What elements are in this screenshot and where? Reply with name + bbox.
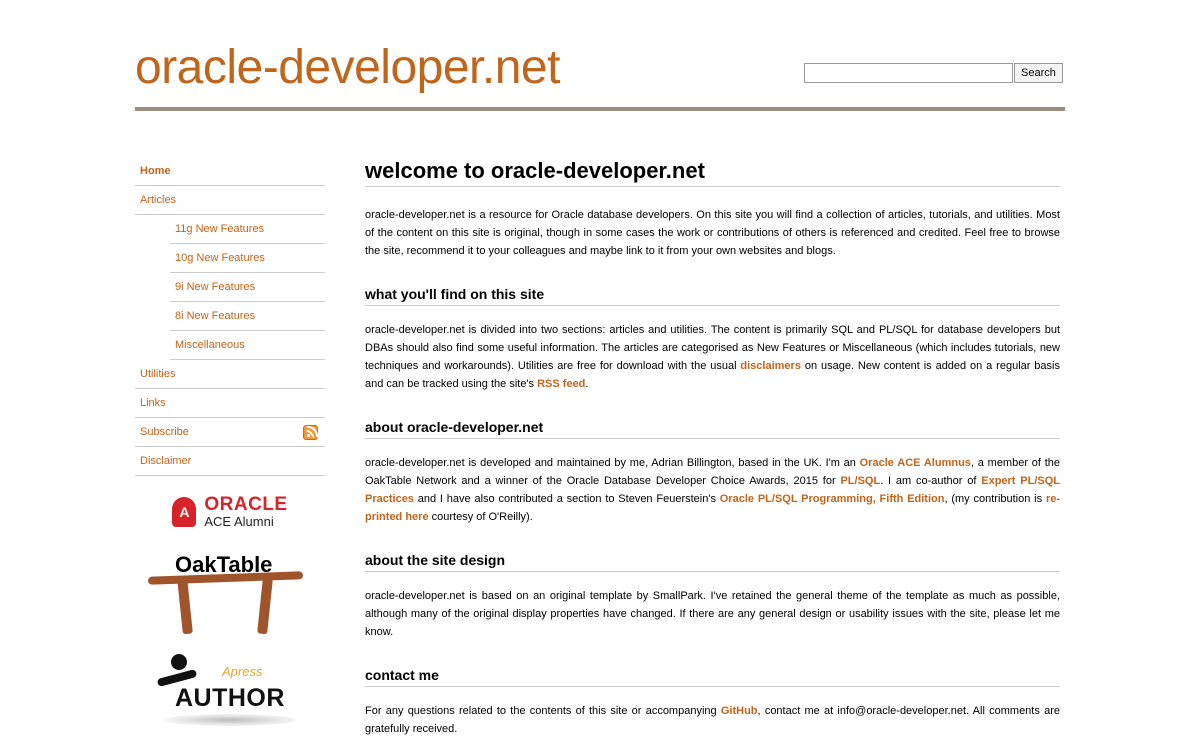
nav-item-links[interactable]: Links bbox=[135, 389, 325, 418]
table-leg-left bbox=[177, 577, 193, 635]
site-title[interactable]: oracle-developer.net bbox=[135, 40, 560, 95]
header-rule bbox=[135, 107, 1065, 111]
nav-item-subscribe-label: Subscribe bbox=[140, 426, 189, 438]
contact-text-1: For any questions related to the content… bbox=[365, 705, 721, 717]
find-text-3: . bbox=[585, 378, 589, 390]
find-paragraph: oracle-developer.net is divided into two… bbox=[365, 321, 1060, 393]
author-label: AUTHOR bbox=[175, 684, 285, 712]
nav-item-utilities[interactable]: Utilities bbox=[135, 360, 325, 389]
apress-brand-text: Apress bbox=[222, 664, 263, 679]
section-heading-find: what you'll find on this site bbox=[365, 284, 1060, 306]
nav-item-subscribe[interactable]: Subscribe bbox=[135, 418, 325, 447]
table-leg-right bbox=[257, 577, 273, 635]
main-content: welcome to oracle-developer.net oracle-d… bbox=[365, 157, 1060, 738]
nav-item-disclaimer[interactable]: Disclaimer bbox=[135, 447, 325, 476]
rss-feed-link[interactable]: RSS feed bbox=[537, 378, 585, 390]
intro-paragraph: oracle-developer.net is a resource for O… bbox=[365, 209, 1060, 257]
design-paragraph: oracle-developer.net is based on an orig… bbox=[365, 590, 1060, 638]
oracle-logo-text: ORACLE bbox=[204, 494, 288, 515]
oracle-plsql-programming-link[interactable]: Oracle PL/SQL Programming, Fifth Edition bbox=[720, 493, 945, 505]
ace-spade-icon: A bbox=[172, 497, 197, 527]
sidebar-nav: Home Articles 11g New Features 10g New F… bbox=[135, 157, 325, 476]
about-text-5: , (my contribution is bbox=[944, 493, 1046, 505]
author-figure-icon bbox=[171, 654, 187, 670]
about-text-1: oracle-developer.net is developed and ma… bbox=[365, 457, 860, 469]
rss-icon[interactable] bbox=[303, 425, 318, 440]
badge-shadow bbox=[165, 714, 295, 726]
search-input[interactable] bbox=[804, 63, 1013, 83]
section-heading-design: about the site design bbox=[365, 550, 1060, 572]
nav-item-miscellaneous[interactable]: Miscellaneous bbox=[170, 331, 325, 360]
apress-author-badge[interactable]: Apress AUTHOR bbox=[135, 652, 325, 732]
disclaimers-link[interactable]: disclaimers bbox=[740, 360, 801, 372]
section-heading-contact: contact me bbox=[365, 665, 1060, 687]
oracle-ace-alumni-badge[interactable]: A ORACLE ACE Alumni bbox=[135, 495, 325, 535]
oaktable-table-icon bbox=[147, 571, 304, 585]
search-button[interactable]: Search bbox=[1014, 63, 1063, 83]
plsql-link[interactable]: PL/SQL bbox=[840, 475, 880, 487]
about-paragraph: oracle-developer.net is developed and ma… bbox=[365, 454, 1060, 526]
nav-item-home[interactable]: Home bbox=[135, 157, 325, 186]
nav-item-11g-new-features[interactable]: 11g New Features bbox=[170, 215, 325, 244]
contact-paragraph: For any questions related to the content… bbox=[365, 702, 1060, 738]
nav-item-9i-new-features[interactable]: 9i New Features bbox=[170, 273, 325, 302]
oracle-ace-alumnus-link[interactable]: Oracle ACE Alumnus bbox=[860, 457, 971, 469]
nav-item-articles[interactable]: Articles bbox=[135, 186, 325, 215]
ace-alumni-label: ACE Alumni bbox=[204, 514, 274, 529]
oaktable-badge[interactable]: OakTable bbox=[135, 550, 325, 635]
nav-item-10g-new-features[interactable]: 10g New Features bbox=[170, 244, 325, 273]
github-link[interactable]: GitHub bbox=[721, 705, 758, 717]
section-heading-about: about oracle-developer.net bbox=[365, 417, 1060, 439]
page-title: welcome to oracle-developer.net bbox=[365, 157, 1060, 187]
nav-item-8i-new-features[interactable]: 8i New Features bbox=[170, 302, 325, 331]
about-text-4: and I have also contributed a section to… bbox=[413, 493, 720, 505]
about-text-6: courtesy of O'Reilly). bbox=[428, 511, 533, 523]
search-form: Search bbox=[804, 63, 1063, 83]
about-text-3: . I am co-author of bbox=[880, 475, 982, 487]
